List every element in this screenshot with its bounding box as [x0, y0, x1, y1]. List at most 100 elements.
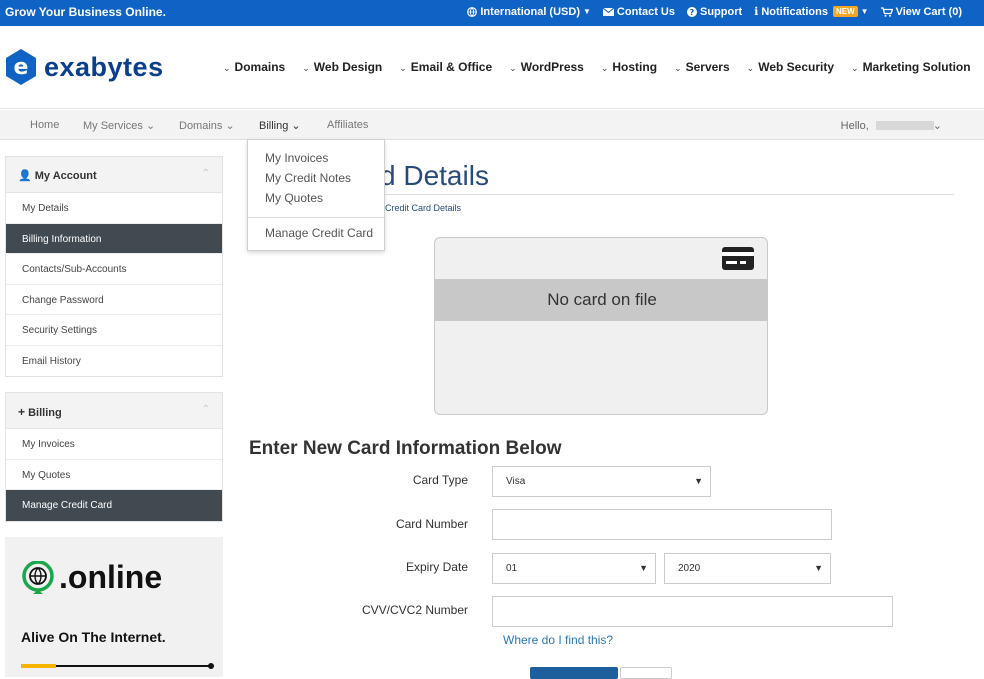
nav-domains[interactable]: ⌄ Domains [223, 60, 285, 74]
chevron-up-icon: ⌃ [201, 404, 210, 415]
where-to-find-cvv-link[interactable]: Where do I find this? [503, 633, 613, 647]
subnav-my-services[interactable]: My Services ⌄ [83, 119, 155, 132]
new-badge: NEW [832, 6, 858, 17]
credit-card-preview: No card on file [434, 237, 768, 415]
subnav-affiliates[interactable]: Affiliates [327, 119, 368, 131]
cart-icon [880, 6, 893, 17]
subnav-billing[interactable]: Billing ⌄ [259, 119, 301, 132]
chevron-down-icon: ⌄ [851, 63, 859, 73]
chevron-down-icon: ⌄ [674, 63, 682, 73]
save-changes-button[interactable] [530, 667, 618, 679]
view-cart-label: View Cart (0) [895, 5, 962, 18]
menu-item-my-quotes[interactable]: My Quotes [265, 191, 323, 205]
chevron-down-icon: ⌄ [225, 120, 235, 132]
expiry-year-select[interactable]: 2020 ▼ [664, 553, 831, 584]
contact-us-link[interactable]: Contact Us [602, 5, 675, 18]
main-nav: ⌄ Domains ⌄ Web Design ⌄ Email & Office ⌄ Wo… [223, 60, 971, 74]
sidebar-item-email-history[interactable]: Email History [6, 346, 222, 377]
menu-item-my-credit-notes[interactable]: My Credit Notes [265, 171, 351, 185]
user-icon: 👤 [18, 170, 32, 182]
online-brand: .online [21, 559, 162, 596]
cvv-input[interactable] [492, 596, 893, 627]
logo[interactable]: e exabytes [4, 48, 164, 86]
chevron-down-icon: ▼ [583, 7, 591, 16]
nav-web-security[interactable]: ⌄ Web Security [747, 60, 834, 74]
no-card-status: No card on file [435, 279, 767, 321]
expiry-year-value: 2020 [678, 563, 701, 574]
sidebar-item-security-settings[interactable]: Security Settings [6, 315, 222, 346]
currency-label: International (USD) [480, 5, 580, 18]
cancel-button[interactable] [620, 667, 672, 679]
online-text: .online [59, 559, 163, 595]
card-number-label: Card Number [395, 517, 468, 531]
info-icon: ℹ [754, 6, 759, 18]
sidebar-billing-panel: + Billing ⌃ My Invoices My Quotes Manage… [5, 392, 223, 522]
contact-us-label: Contact Us [616, 5, 675, 18]
card-type-select[interactable]: Visa ▼ [492, 466, 711, 497]
billing-dropdown-menu: My Invoices My Credit Notes My Quotes Ma… [247, 139, 385, 251]
chevron-up-icon: ⌃ [201, 168, 210, 179]
chevron-down-icon: ⌄ [509, 63, 517, 73]
dropdown-arrow-icon: ▼ [694, 476, 703, 486]
card-number-input[interactable] [492, 509, 832, 540]
nav-hosting[interactable]: ⌄ Hosting [601, 60, 657, 74]
expiry-month-select[interactable]: 01 ▼ [492, 553, 656, 584]
view-cart-link[interactable]: View Cart (0) [880, 5, 962, 18]
svg-text:e: e [14, 55, 29, 80]
panel-header-my-account[interactable]: 👤 My Account ⌃ [6, 157, 222, 193]
section-title: Enter New Card Information Below [249, 438, 562, 459]
sidebar-item-manage-credit-card[interactable]: Manage Credit Card [6, 490, 222, 521]
nav-web-design[interactable]: ⌄ Web Design [302, 60, 382, 74]
chevron-down-icon: ⌄ [932, 120, 942, 132]
nav-email-office[interactable]: ⌄ Email & Office [399, 60, 492, 74]
nav-label: Web Design [313, 60, 383, 74]
cvv-label: CVV/CVC2 Number [361, 603, 468, 617]
sidebar-item-billing-information[interactable]: Billing Information [6, 223, 222, 254]
online-domain-promo[interactable]: .online Alive On The Internet. [5, 537, 223, 677]
subnav-label: My Services [83, 120, 143, 132]
hello-label: Hello, [840, 120, 869, 132]
chevron-down-icon: ⌄ [399, 63, 407, 73]
nav-label: Domains [234, 60, 286, 74]
subnav-label: Domains [179, 120, 223, 132]
card-type-value: Visa [506, 476, 526, 487]
notifications-label: Notifications [761, 5, 828, 18]
nav-marketing-solution[interactable]: ⌄ Marketing Solution [851, 60, 971, 74]
nav-label: Servers [685, 60, 730, 74]
nav-label: Hosting [612, 60, 658, 74]
chevron-down-icon: ⌄ [746, 63, 755, 73]
tagline: Grow Your Business Online. [5, 5, 166, 19]
globe-icon [467, 6, 478, 17]
logo-text: exabytes [44, 51, 164, 82]
dropdown-arrow-icon: ▼ [814, 563, 823, 573]
chevron-down-icon: ▼ [860, 7, 869, 16]
menu-item-manage-credit-card[interactable]: Manage Credit Card [265, 226, 373, 240]
notifications-link[interactable]: ℹ Notifications NEW ▼ [754, 5, 869, 19]
redacted-username [876, 121, 934, 130]
nav-wordpress[interactable]: ⌄ WordPress [509, 60, 584, 74]
panel-title: My Account [34, 170, 97, 182]
card-type-label: Card Type [412, 473, 468, 487]
sidebar-item-contacts[interactable]: Contacts/Sub-Accounts [6, 254, 222, 285]
sidebar-item-my-quotes[interactable]: My Quotes [6, 460, 222, 490]
nav-servers[interactable]: ⌄ Servers [674, 60, 730, 74]
sidebar-item-my-invoices[interactable]: My Invoices [6, 429, 222, 460]
subnav-domains[interactable]: Domains ⌄ [179, 119, 235, 132]
menu-item-my-invoices[interactable]: My Invoices [265, 151, 328, 165]
sidebar-item-my-details[interactable]: My Details [6, 193, 222, 224]
help-circle-icon: ? [686, 6, 697, 17]
client-area-nav: Home My Services ⌄ Domains ⌄ Billing ⌄ A… [0, 110, 984, 140]
subnav-label: Billing [259, 120, 289, 132]
panel-header-billing[interactable]: + Billing ⌃ [6, 393, 222, 429]
subnav-home[interactable]: Home [30, 119, 59, 131]
chevron-down-icon: ⌄ [145, 120, 156, 132]
nav-label: WordPress [520, 60, 584, 74]
top-links: International (USD) ▼ Contact Us ? Suppo… [467, 5, 962, 18]
sidebar-item-change-password[interactable]: Change Password [6, 285, 222, 315]
exabytes-logo-icon: e [6, 49, 36, 85]
support-link[interactable]: ? Support [686, 6, 742, 18]
currency-link[interactable]: International (USD) ▼ [467, 6, 591, 18]
plus-icon: + [18, 405, 26, 419]
credit-card-icon [722, 247, 754, 270]
promo-line-accent [21, 664, 56, 668]
